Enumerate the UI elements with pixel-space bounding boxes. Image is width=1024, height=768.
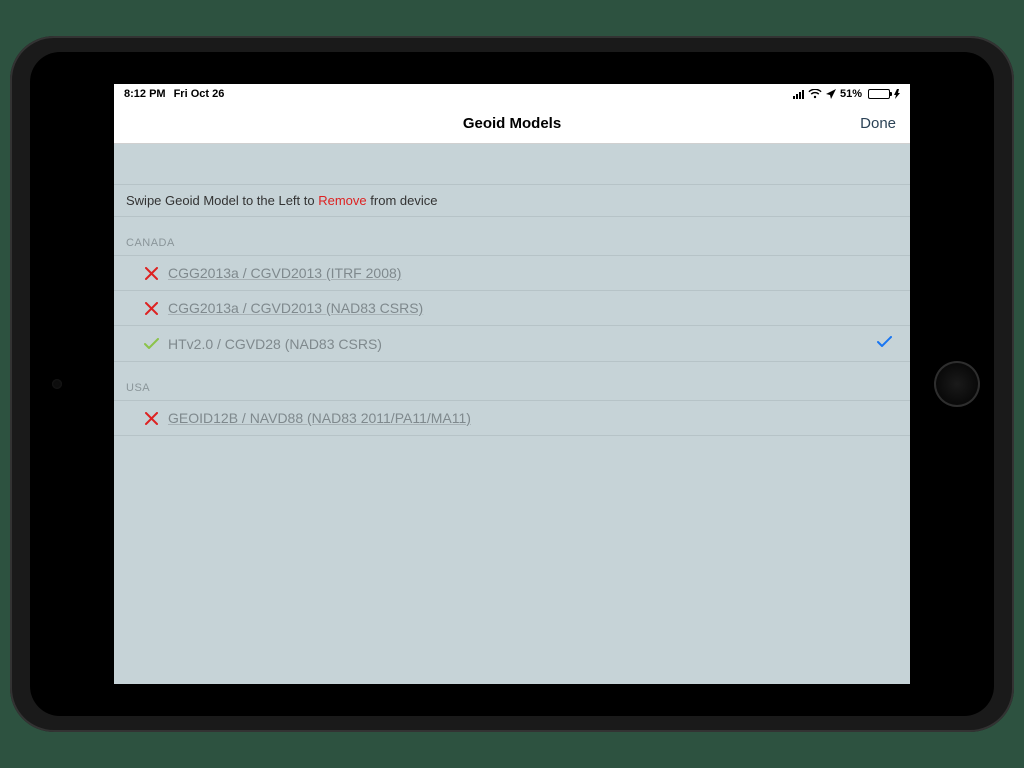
home-button[interactable] bbox=[934, 361, 980, 407]
geoid-model-label: CGG2013a / CGVD2013 (NAD83 CSRS) bbox=[168, 300, 896, 316]
screen: 8:12 PM Fri Oct 26 51% bbox=[114, 84, 910, 684]
status-time: 8:12 PM bbox=[124, 88, 166, 100]
cellular-signal-icon bbox=[793, 89, 804, 99]
charging-icon bbox=[894, 89, 900, 99]
status-date: Fri Oct 26 bbox=[174, 88, 225, 100]
selected-check-icon bbox=[877, 335, 892, 352]
instruction-row: Swipe Geoid Model to the Left to Remove … bbox=[114, 184, 910, 217]
done-button[interactable]: Done bbox=[860, 115, 896, 132]
wifi-icon bbox=[808, 89, 822, 99]
geoid-model-row[interactable]: GEOID12B / NAVD88 (NAD83 2011/PA11/MA11) bbox=[114, 400, 910, 436]
x-icon bbox=[142, 302, 160, 315]
x-icon bbox=[142, 267, 160, 280]
front-camera bbox=[52, 379, 62, 389]
instruction-suffix: from device bbox=[367, 193, 438, 208]
x-icon bbox=[142, 412, 160, 425]
instruction-prefix: Swipe Geoid Model to the Left to bbox=[126, 193, 318, 208]
nav-bar: Geoid Models Done bbox=[114, 104, 910, 144]
status-bar: 8:12 PM Fri Oct 26 51% bbox=[114, 84, 910, 104]
geoid-model-label: GEOID12B / NAVD88 (NAD83 2011/PA11/MA11) bbox=[168, 410, 896, 426]
ipad-bezel: 8:12 PM Fri Oct 26 51% bbox=[30, 52, 994, 716]
battery-icon bbox=[866, 89, 890, 99]
geoid-model-label: HTv2.0 / CGVD28 (NAD83 CSRS) bbox=[168, 336, 877, 352]
check-icon bbox=[142, 338, 160, 350]
geoid-model-row[interactable]: HTv2.0 / CGVD28 (NAD83 CSRS) bbox=[114, 326, 910, 362]
geoid-model-row[interactable]: CGG2013a / CGVD2013 (NAD83 CSRS) bbox=[114, 291, 910, 326]
section-header: USA bbox=[114, 362, 910, 400]
section-header: CANADA bbox=[114, 217, 910, 255]
page-title: Geoid Models bbox=[463, 115, 561, 132]
geoid-model-label: CGG2013a / CGVD2013 (ITRF 2008) bbox=[168, 265, 896, 281]
instruction-remove-word: Remove bbox=[318, 193, 366, 208]
battery-percent: 51% bbox=[840, 88, 862, 100]
geoid-model-row[interactable]: CGG2013a / CGVD2013 (ITRF 2008) bbox=[114, 255, 910, 291]
location-icon bbox=[826, 89, 836, 99]
ipad-frame: 8:12 PM Fri Oct 26 51% bbox=[10, 36, 1014, 732]
